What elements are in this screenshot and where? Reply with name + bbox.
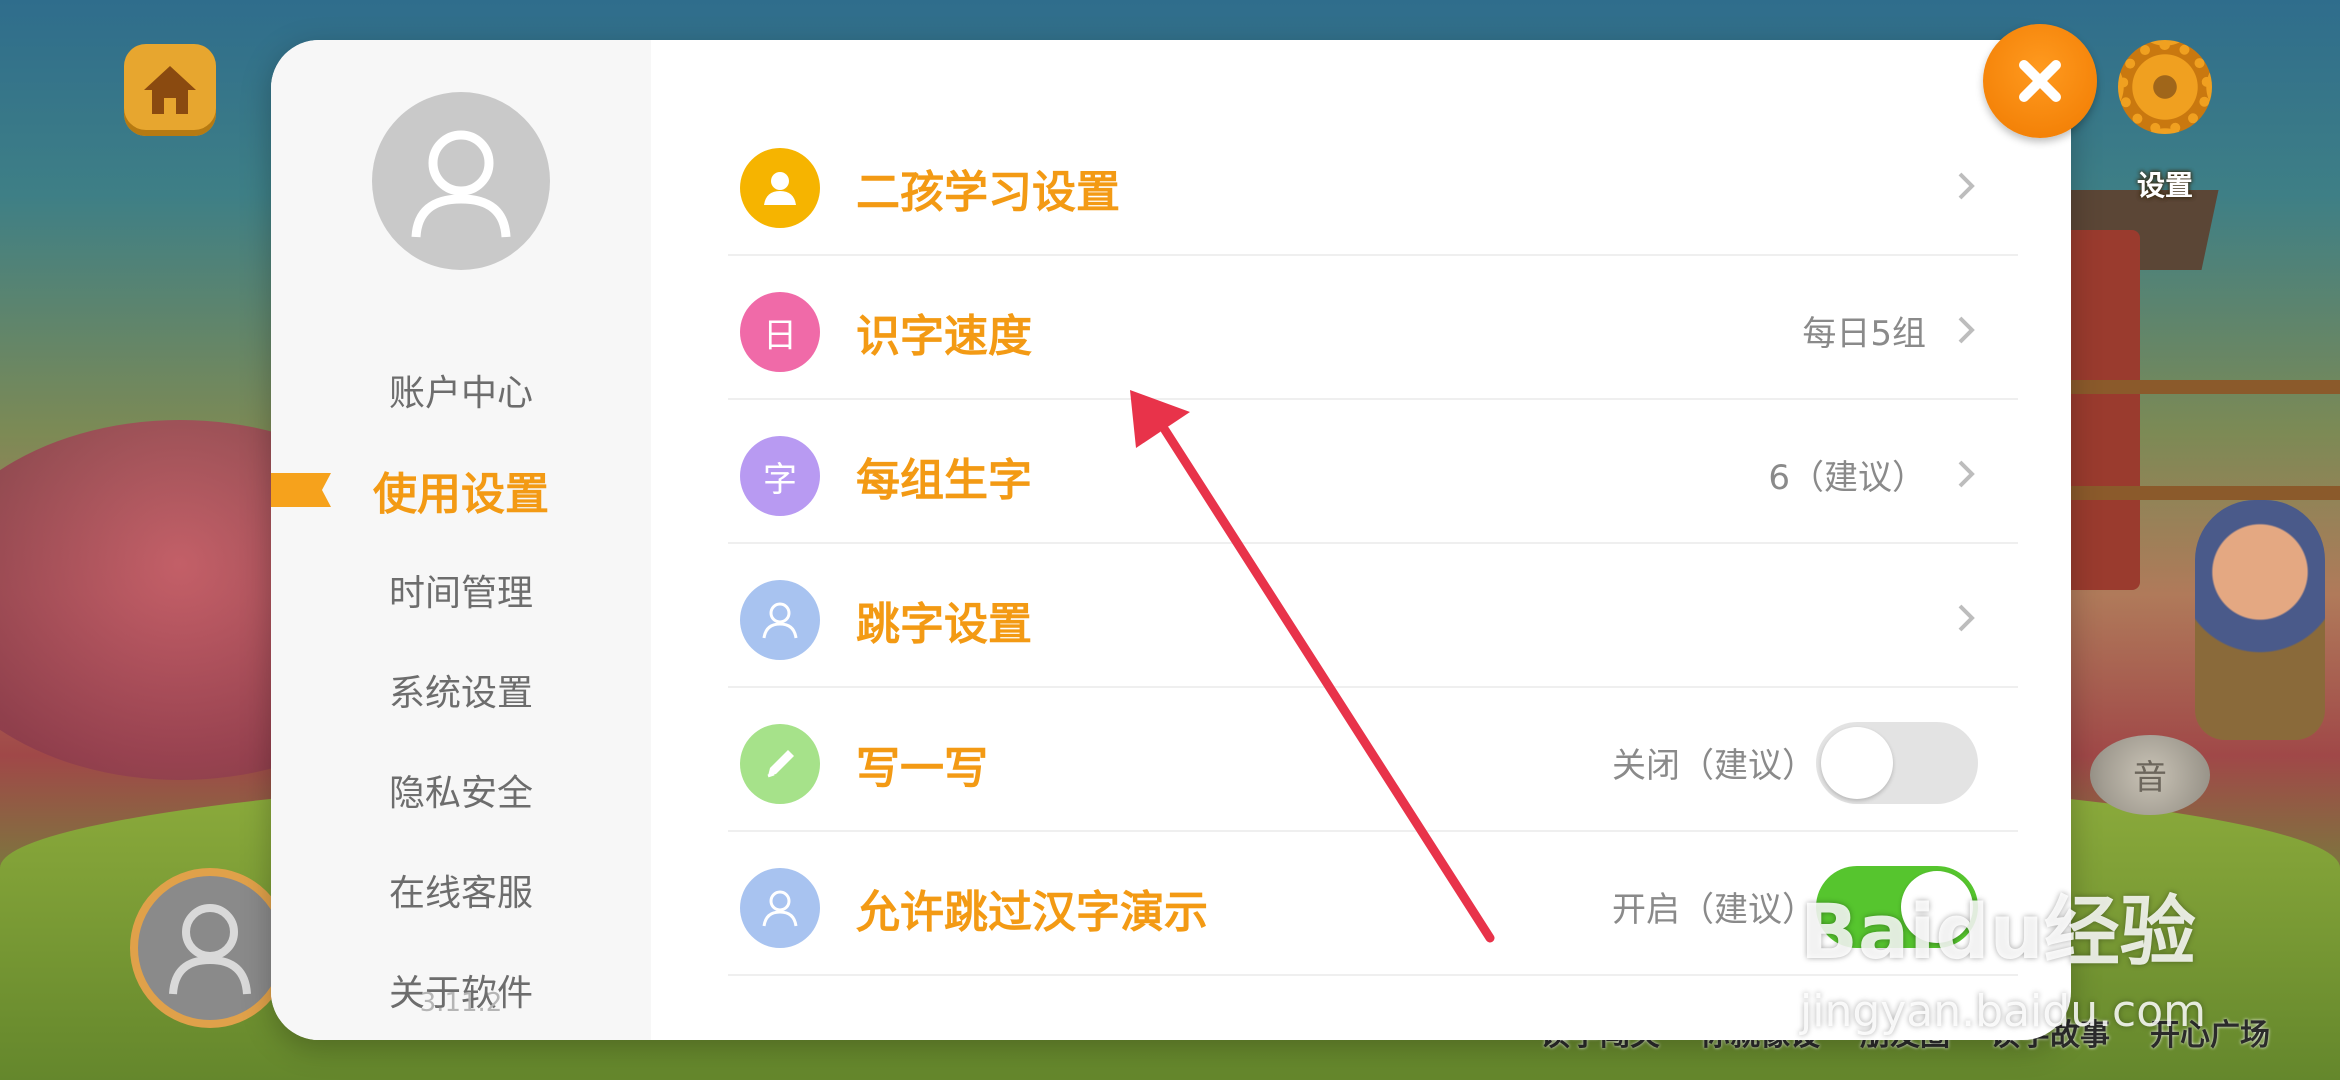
sidebar-item-label: 账户中心 [388, 373, 533, 414]
writing-toggle[interactable] [1816, 722, 1978, 804]
pen-icon [740, 724, 820, 804]
watermark-brand: Baidu经验 [1800, 887, 2196, 976]
sidebar-item-label: 在线客服 [388, 873, 533, 914]
sound-stump-label: 音 [2133, 758, 2167, 798]
player-avatar[interactable] [130, 868, 290, 1028]
user-icon [169, 904, 251, 995]
setting-row-chars-per-group[interactable]: 字 每组生字 6（建议） [728, 400, 2018, 544]
sidebar-item-privacy[interactable]: 隐私安全 [271, 740, 651, 840]
sidebar-item-online-service[interactable]: 在线客服 [271, 840, 651, 940]
home-button[interactable] [124, 44, 216, 136]
setting-title: 写一写 [856, 743, 988, 794]
setting-title: 允许跳过汉字演示 [856, 887, 1208, 938]
setting-title: 二孩学习设置 [856, 167, 1120, 218]
sidebar-item-label: 系统设置 [388, 673, 533, 714]
sidebar-item-account[interactable]: 账户中心 [271, 340, 651, 440]
character-icon-glyph: 字 [763, 459, 797, 500]
setting-row-reading-speed[interactable]: 日 识字速度 每日5组 [728, 256, 2018, 400]
settings-gear-button[interactable]: 设置 [2110, 32, 2220, 202]
close-icon [2019, 60, 2061, 102]
setting-value: 每日5组 [1802, 314, 1926, 354]
setting-value: 6（建议） [1768, 458, 1926, 498]
settings-gear-label: 设置 [2136, 169, 2193, 202]
setting-row-writing: 写一写 关闭（建议） [728, 688, 2018, 832]
sidebar-item-system-settings[interactable]: 系统设置 [271, 640, 651, 740]
setting-row-skip-chars[interactable]: 跳字设置 [728, 544, 2018, 688]
toggle-knob [1821, 727, 1893, 799]
home-icon [144, 66, 196, 114]
setting-title: 每组生字 [856, 455, 1032, 506]
person-outline-icon [740, 580, 820, 660]
account-avatar[interactable] [372, 92, 550, 270]
baidu-watermark: Baidu经验 jingyan.baidu.com [1800, 870, 2240, 1037]
chevron-right-icon [1958, 172, 1975, 200]
calendar-icon-glyph: 日 [763, 315, 797, 356]
setting-row-second-child[interactable]: 二孩学习设置 [728, 112, 2018, 256]
app-version: 3.11.2 [419, 988, 503, 1018]
setting-title: 跳字设置 [856, 599, 1032, 650]
settings-menu: 账户中心 使用设置 时间管理 系统设置 隐私安全 在线客服 关于软件 [271, 340, 651, 1040]
calendar-icon: 日 [740, 292, 820, 372]
chevron-right-icon [1958, 604, 1975, 632]
active-flag-icon [271, 473, 331, 507]
character-icon: 字 [740, 436, 820, 516]
chevron-right-icon [1958, 316, 1975, 344]
sidebar-item-time-management[interactable]: 时间管理 [271, 540, 651, 640]
setting-value: 开启（建议） [1612, 890, 1816, 930]
game-character [2195, 500, 2325, 740]
setting-title: 识字速度 [856, 311, 1032, 362]
user-icon [411, 130, 511, 238]
gear-icon [2118, 40, 2212, 134]
sidebar-item-label: 隐私安全 [388, 773, 533, 814]
sidebar-item-usage-settings[interactable]: 使用设置 [271, 440, 651, 540]
settings-sidebar: 账户中心 使用设置 时间管理 系统设置 隐私安全 在线客服 关于软件 3.11.… [271, 40, 651, 1040]
close-button[interactable] [1983, 24, 2097, 138]
background-fence [2070, 380, 2340, 500]
person-icon [740, 148, 820, 228]
sidebar-item-label: 使用设置 [373, 469, 549, 520]
watermark-url: jingyan.baidu.com [1800, 986, 2207, 1037]
chevron-right-icon [1958, 460, 1975, 488]
sidebar-item-label: 时间管理 [388, 573, 533, 614]
setting-value: 关闭（建议） [1612, 746, 1816, 786]
person-outline-icon [740, 868, 820, 948]
